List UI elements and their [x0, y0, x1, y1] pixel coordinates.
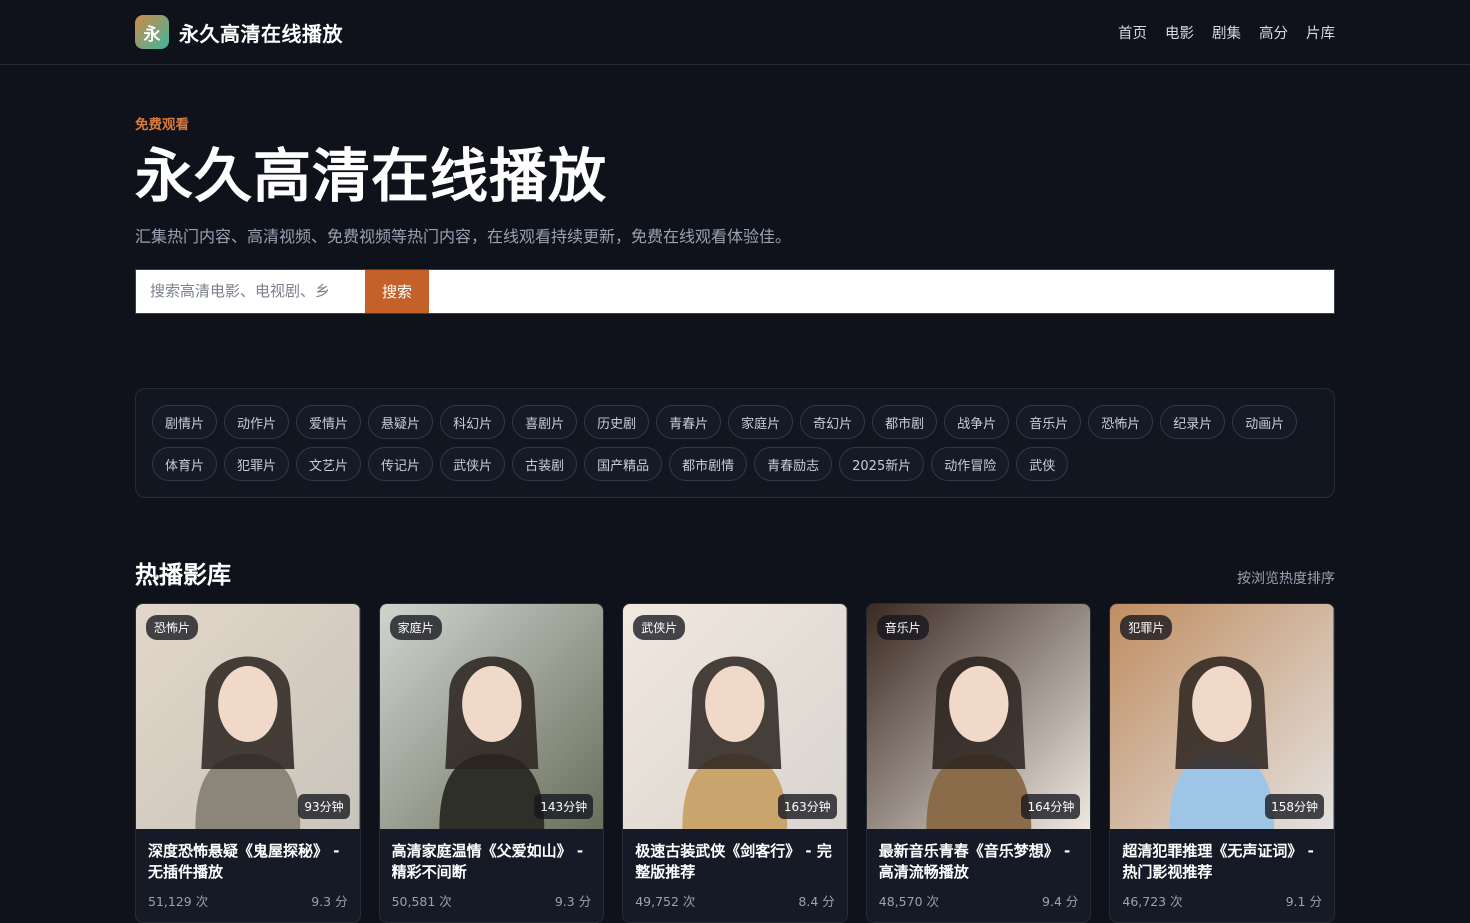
card-meta: 46,723 次 9.1 分 [1122, 891, 1322, 910]
duration-badge: 158分钟 [1265, 794, 1324, 819]
card-meta: 48,570 次 9.4 分 [879, 891, 1079, 910]
card-body: 深度恐怖悬疑《鬼屋探秘》 - 无插件播放 51,129 次 9.3 分 [136, 829, 360, 910]
card-body: 极速古装武侠《剑客行》 - 完整版推荐 49,752 次 8.4 分 [623, 829, 847, 910]
video-title[interactable]: 高清家庭温情《父爱如山》 - 精彩不间断 [392, 841, 592, 883]
rating-score: 8.4 分 [798, 894, 835, 909]
site-name[interactable]: 永久高清在线播放 [179, 18, 343, 47]
nav-top-rated[interactable]: 高分 [1259, 22, 1288, 43]
video-title[interactable]: 深度恐怖悬疑《鬼屋探秘》 - 无插件播放 [148, 841, 348, 883]
genre-badge: 武侠片 [633, 615, 686, 640]
card-meta: 50,581 次 9.3 分 [392, 891, 592, 910]
genre-badge: 音乐片 [876, 615, 929, 640]
genre-badge: 家庭片 [389, 615, 442, 640]
duration-badge: 143分钟 [534, 794, 594, 819]
category-tag[interactable]: 爱情片 [296, 405, 362, 439]
category-tag[interactable]: 战争片 [944, 405, 1010, 439]
brand[interactable]: 永 永久高清在线播放 [135, 15, 343, 49]
video-card[interactable]: 犯罪片 158分钟 超清犯罪推理《无声证词》 - 热门影视推荐 46,723 次… [1109, 603, 1335, 923]
hero-title: 永久高清在线播放 [135, 142, 608, 210]
card-body: 高清家庭温情《父爱如山》 - 精彩不间断 50,581 次 9.3 分 [380, 829, 604, 910]
duration-badge: 163分钟 [777, 794, 837, 819]
nav-movies[interactable]: 电影 [1165, 22, 1194, 43]
category-tag[interactable]: 国产精品 [584, 447, 663, 481]
genre-badge: 恐怖片 [146, 615, 199, 640]
nav-library[interactable]: 片库 [1306, 22, 1335, 43]
category-tag[interactable]: 家庭片 [728, 405, 794, 439]
category-tag[interactable]: 科幻片 [440, 405, 506, 439]
category-tag[interactable]: 奇幻片 [800, 405, 866, 439]
category-tag[interactable]: 都市剧情 [669, 447, 748, 481]
category-tag[interactable]: 剧情片 [152, 405, 218, 439]
video-thumbnail[interactable]: 恐怖片 93分钟 [136, 604, 360, 829]
category-tag[interactable]: 武侠片 [440, 447, 506, 481]
category-tag[interactable]: 动作冒险 [931, 447, 1010, 481]
category-tag[interactable]: 传记片 [368, 447, 434, 481]
video-title[interactable]: 极速古装武侠《剑客行》 - 完整版推荐 [635, 841, 835, 883]
nav-home[interactable]: 首页 [1118, 22, 1147, 43]
category-tag[interactable]: 都市剧 [872, 405, 938, 439]
main-nav: 首页 电影 剧集 高分 片库 [1118, 22, 1335, 43]
category-tag[interactable]: 青春励志 [754, 447, 833, 481]
category-tag[interactable]: 悬疑片 [368, 405, 434, 439]
view-count: 51,129 次 [148, 894, 209, 909]
rating-score: 9.1 分 [1285, 894, 1322, 909]
video-thumbnail[interactable]: 家庭片 143分钟 [379, 604, 604, 829]
rating-score: 9.4 分 [1042, 894, 1079, 909]
video-grid: 恐怖片 93分钟 深度恐怖悬疑《鬼屋探秘》 - 无插件播放 51,129 次 9… [135, 603, 1335, 923]
category-tag[interactable]: 文艺片 [296, 447, 362, 481]
category-tag[interactable]: 青春片 [656, 405, 722, 439]
video-card[interactable]: 恐怖片 93分钟 深度恐怖悬疑《鬼屋探秘》 - 无插件播放 51,129 次 9… [135, 603, 361, 923]
view-count: 50,581 次 [391, 894, 452, 909]
category-tag[interactable]: 动作片 [224, 405, 290, 439]
category-tag[interactable]: 历史剧 [584, 405, 650, 439]
video-thumbnail[interactable]: 武侠片 163分钟 [623, 604, 847, 829]
search-button[interactable]: 搜索 [365, 269, 429, 313]
view-count: 48,570 次 [878, 894, 939, 909]
category-tag[interactable]: 犯罪片 [224, 447, 290, 481]
sort-label[interactable]: 按浏览热度排序 [1237, 568, 1335, 588]
category-tag[interactable]: 动画片 [1232, 405, 1298, 439]
video-title[interactable]: 最新音乐青春《音乐梦想》 - 高清流畅播放 [879, 841, 1079, 883]
section-title: 热播影库 [135, 561, 231, 589]
hero: 免费观看 永久高清在线播放 汇集热门内容、高清视频、免费视频等热门内容，在线观看… [0, 113, 1470, 314]
duration-badge: 164分钟 [1021, 794, 1081, 819]
nav-series[interactable]: 剧集 [1212, 22, 1241, 43]
search-input[interactable] [136, 269, 365, 313]
category-tag[interactable]: 喜剧片 [512, 405, 578, 439]
video-card[interactable]: 武侠片 163分钟 极速古装武侠《剑客行》 - 完整版推荐 49,752 次 8… [622, 603, 848, 923]
genre-badge: 犯罪片 [1120, 615, 1173, 640]
video-card[interactable]: 家庭片 143分钟 高清家庭温情《父爱如山》 - 精彩不间断 50,581 次 … [378, 603, 605, 923]
category-tags: 剧情片 动作片 爱情片 悬疑片 科幻片 喜剧片 历史剧 青春片 家庭片 奇幻片 都市剧 战争片 音乐片恐… [135, 388, 1335, 498]
hero-eyebrow: 免费观看 [135, 117, 189, 133]
video-thumbnail[interactable]: 犯罪片 158分钟 [1110, 604, 1334, 829]
view-count: 46,723 次 [1122, 894, 1183, 909]
section-header: 热播影库 按浏览热度排序 [135, 555, 1335, 590]
category-tag[interactable]: 体育片 [152, 447, 218, 481]
hero-subtitle: 汇集热门内容、高清视频、免费视频等热门内容，在线观看持续更新，免费在线观看体验佳… [135, 226, 792, 246]
rating-score: 9.3 分 [554, 894, 592, 909]
category-tag[interactable]: 武侠 [1016, 447, 1069, 481]
rating-score: 9.3 分 [311, 894, 348, 909]
card-meta: 51,129 次 9.3 分 [148, 891, 348, 910]
video-thumbnail[interactable]: 音乐片 164分钟 [866, 604, 1091, 829]
view-count: 49,752 次 [635, 894, 696, 909]
video-title[interactable]: 超清犯罪推理《无声证词》 - 热门影视推荐 [1122, 841, 1322, 883]
card-meta: 49,752 次 8.4 分 [635, 891, 835, 910]
video-card[interactable]: 音乐片 164分钟 最新音乐青春《音乐梦想》 - 高清流畅播放 48,570 次… [865, 603, 1092, 923]
search-bar: 搜索 [135, 268, 1335, 314]
category-tag[interactable]: 2025新片 [839, 447, 925, 481]
category-tag[interactable]: 纪录片 [1160, 405, 1226, 439]
card-body: 超清犯罪推理《无声证词》 - 热门影视推荐 46,723 次 9.1 分 [1110, 829, 1334, 910]
site-logo[interactable]: 永 [135, 15, 169, 49]
category-tag[interactable]: 音乐片 [1016, 405, 1082, 439]
category-tag[interactable]: 古装剧 [512, 447, 578, 481]
category-tag[interactable]: 恐怖片 [1088, 405, 1154, 439]
top-header: 永 永久高清在线播放 首页 电影 剧集 高分 片库 [0, 0, 1470, 65]
card-body: 最新音乐青春《音乐梦想》 - 高清流畅播放 48,570 次 9.4 分 [867, 829, 1091, 910]
duration-badge: 93分钟 [298, 794, 350, 819]
